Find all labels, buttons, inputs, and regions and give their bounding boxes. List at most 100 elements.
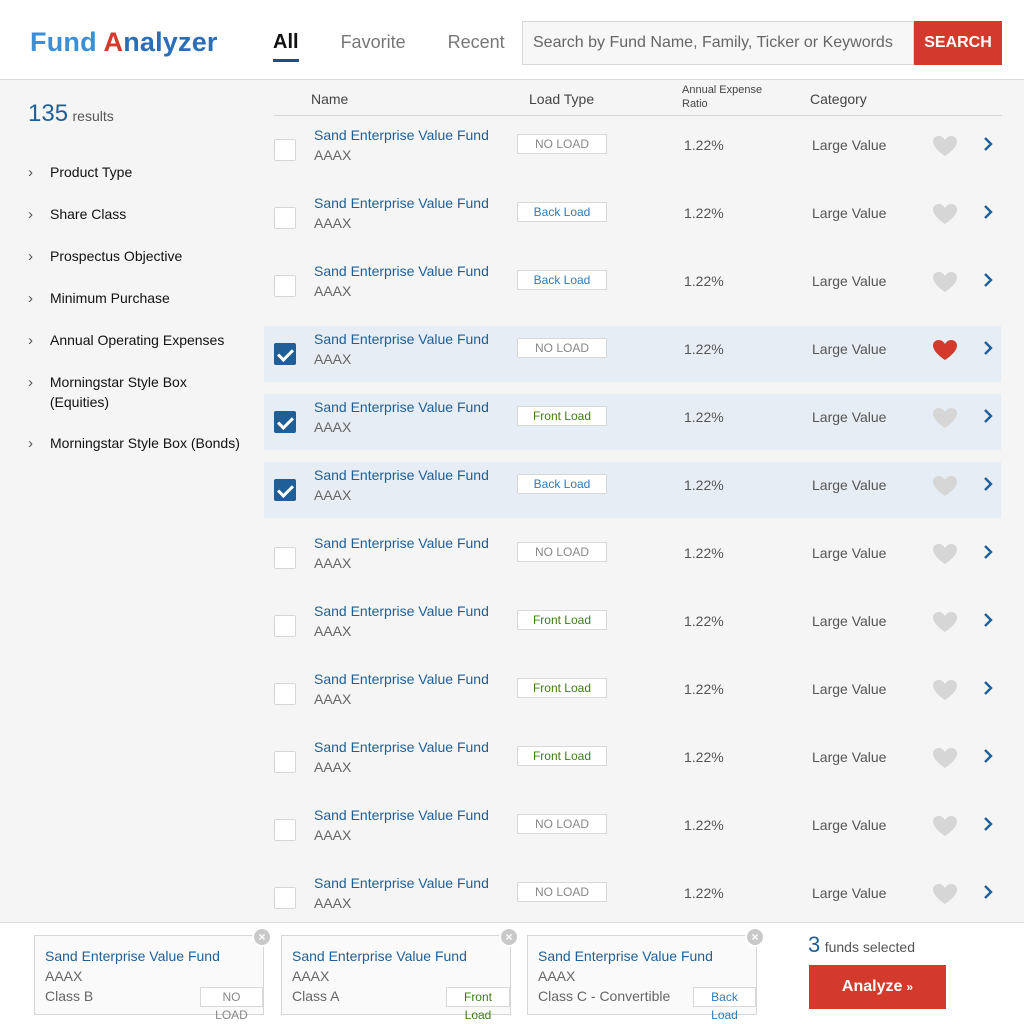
expense-ratio: 1.22%	[684, 749, 724, 765]
search-button[interactable]: SEARCH	[914, 21, 1002, 65]
column-header-load-type[interactable]: Load Type	[529, 91, 594, 107]
chevron-right-icon[interactable]	[982, 202, 994, 228]
chevron-right-icon[interactable]	[982, 542, 994, 568]
fund-name-link[interactable]: Sand Enterprise Value Fund	[314, 875, 489, 891]
row-checkbox[interactable]	[274, 411, 296, 433]
chevron-right-icon: ›	[28, 164, 33, 181]
logo-a: A	[103, 27, 124, 57]
row-checkbox[interactable]	[274, 819, 296, 841]
tab-recent[interactable]: Recent	[448, 32, 505, 54]
heart-icon[interactable]	[932, 679, 958, 701]
logo-fund: Fund	[30, 27, 97, 57]
double-chevron-down-icon: »	[906, 980, 914, 994]
category: Large Value	[812, 409, 887, 425]
close-icon[interactable]: ×	[252, 927, 272, 947]
analyze-button[interactable]: Analyze»	[809, 965, 946, 1009]
heart-icon[interactable]	[932, 135, 958, 157]
fund-ticker: AAAX	[314, 759, 352, 775]
filter-style-box-equities[interactable]: › Morningstar Style Box (Equities)	[28, 372, 248, 412]
tab-favorite[interactable]: Favorite	[341, 32, 406, 54]
results-label: results	[72, 108, 114, 124]
expense-ratio: 1.22%	[684, 409, 724, 425]
fund-name-link[interactable]: Sand Enterprise Value Fund	[314, 535, 489, 551]
heart-icon[interactable]	[932, 883, 958, 905]
filter-annual-operating-expenses[interactable]: › Annual Operating Expenses	[28, 330, 248, 351]
filter-share-class[interactable]: › Share Class	[28, 204, 248, 225]
row-checkbox[interactable]	[274, 683, 296, 705]
chevron-right-icon[interactable]	[982, 746, 994, 772]
chevron-right-icon[interactable]	[982, 814, 994, 840]
filter-minimum-purchase[interactable]: › Minimum Purchase	[28, 288, 248, 309]
row-checkbox[interactable]	[274, 751, 296, 773]
chevron-right-icon[interactable]	[982, 474, 994, 500]
fund-name-link[interactable]: Sand Enterprise Value Fund	[314, 467, 489, 483]
table-header: Name Load Type Annual Expense Ratio Cate…	[274, 82, 1002, 116]
chevron-right-icon[interactable]	[982, 338, 994, 364]
load-type-badge: Front Load	[446, 987, 510, 1022]
close-icon[interactable]: ×	[745, 927, 765, 947]
chevron-right-icon: ›	[28, 290, 33, 307]
fund-name-link[interactable]: Sand Enterprise Value Fund	[314, 807, 489, 823]
heart-icon[interactable]	[932, 611, 958, 633]
chevron-right-icon[interactable]	[982, 678, 994, 704]
chevron-right-icon: ›	[28, 248, 33, 265]
selected-fund-class: Class B	[45, 988, 94, 1004]
column-header-expense-ratio[interactable]: Annual Expense Ratio	[682, 83, 778, 111]
tab-all[interactable]: All	[273, 31, 299, 62]
heart-icon[interactable]	[932, 339, 958, 361]
heart-icon[interactable]	[932, 815, 958, 837]
row-checkbox[interactable]	[274, 479, 296, 501]
heart-icon[interactable]	[932, 747, 958, 769]
heart-icon[interactable]	[932, 271, 958, 293]
heart-icon[interactable]	[932, 543, 958, 565]
load-type-badge: Front Load	[517, 678, 607, 698]
expense-ratio: 1.22%	[684, 885, 724, 901]
chevron-right-icon[interactable]	[982, 134, 994, 160]
category: Large Value	[812, 477, 887, 493]
table-row: Sand Enterprise Value Fund AAAX Back Load 1…	[264, 258, 1001, 314]
fund-name-link[interactable]: Sand Enterprise Value Fund	[314, 263, 489, 279]
close-icon[interactable]: ×	[499, 927, 519, 947]
table-row: Sand Enterprise Value Fund AAAX NO LOAD 1.2…	[264, 530, 1001, 586]
analyze-label: Analyze	[841, 978, 903, 995]
search-input[interactable]	[522, 21, 914, 65]
filter-label: Minimum Purchase	[50, 290, 170, 306]
row-checkbox[interactable]	[274, 343, 296, 365]
selected-fund-name[interactable]: Sand Enterprise Value Fund	[292, 948, 467, 964]
fund-name-link[interactable]: Sand Enterprise Value Fund	[314, 671, 489, 687]
heart-icon[interactable]	[932, 407, 958, 429]
chevron-right-icon[interactable]	[982, 406, 994, 432]
fund-name-link[interactable]: Sand Enterprise Value Fund	[314, 195, 489, 211]
category: Large Value	[812, 137, 887, 153]
selected-fund-class: Class C - Convertible	[538, 988, 671, 1004]
row-checkbox[interactable]	[274, 139, 296, 161]
row-checkbox[interactable]	[274, 615, 296, 637]
fund-name-link[interactable]: Sand Enterprise Value Fund	[314, 739, 489, 755]
row-checkbox[interactable]	[274, 207, 296, 229]
logo-rest: nalyzer	[123, 27, 218, 57]
selected-fund-name[interactable]: Sand Enterprise Value Fund	[45, 948, 220, 964]
fund-name-link[interactable]: Sand Enterprise Value Fund	[314, 399, 489, 415]
fund-name-link[interactable]: Sand Enterprise Value Fund	[314, 603, 489, 619]
fund-name-link[interactable]: Sand Enterprise Value Fund	[314, 331, 489, 347]
selected-fund-name[interactable]: Sand Enterprise Value Fund	[538, 948, 713, 964]
row-checkbox[interactable]	[274, 275, 296, 297]
filter-prospectus-objective[interactable]: › Prospectus Objective	[28, 246, 248, 267]
column-header-category[interactable]: Category	[810, 91, 867, 107]
fund-name-link[interactable]: Sand Enterprise Value Fund	[314, 127, 489, 143]
filter-label: Prospectus Objective	[50, 248, 183, 264]
chevron-right-icon[interactable]	[982, 882, 994, 908]
selected-fund-card: Sand Enterprise Value Fund AAAX Class A Fro…	[281, 927, 519, 1022]
heart-icon[interactable]	[932, 475, 958, 497]
filter-style-box-bonds[interactable]: › Morningstar Style Box (Bonds)	[28, 433, 248, 454]
load-type-badge: NO LOAD	[200, 987, 263, 1022]
column-header-name[interactable]: Name	[311, 91, 348, 107]
fund-ticker: AAAX	[314, 623, 352, 639]
chevron-right-icon[interactable]	[982, 610, 994, 636]
row-checkbox[interactable]	[274, 887, 296, 909]
logo[interactable]: Fund Analyzer	[30, 27, 218, 58]
chevron-right-icon[interactable]	[982, 270, 994, 296]
filter-product-type[interactable]: › Product Type	[28, 162, 248, 183]
row-checkbox[interactable]	[274, 547, 296, 569]
heart-icon[interactable]	[932, 203, 958, 225]
